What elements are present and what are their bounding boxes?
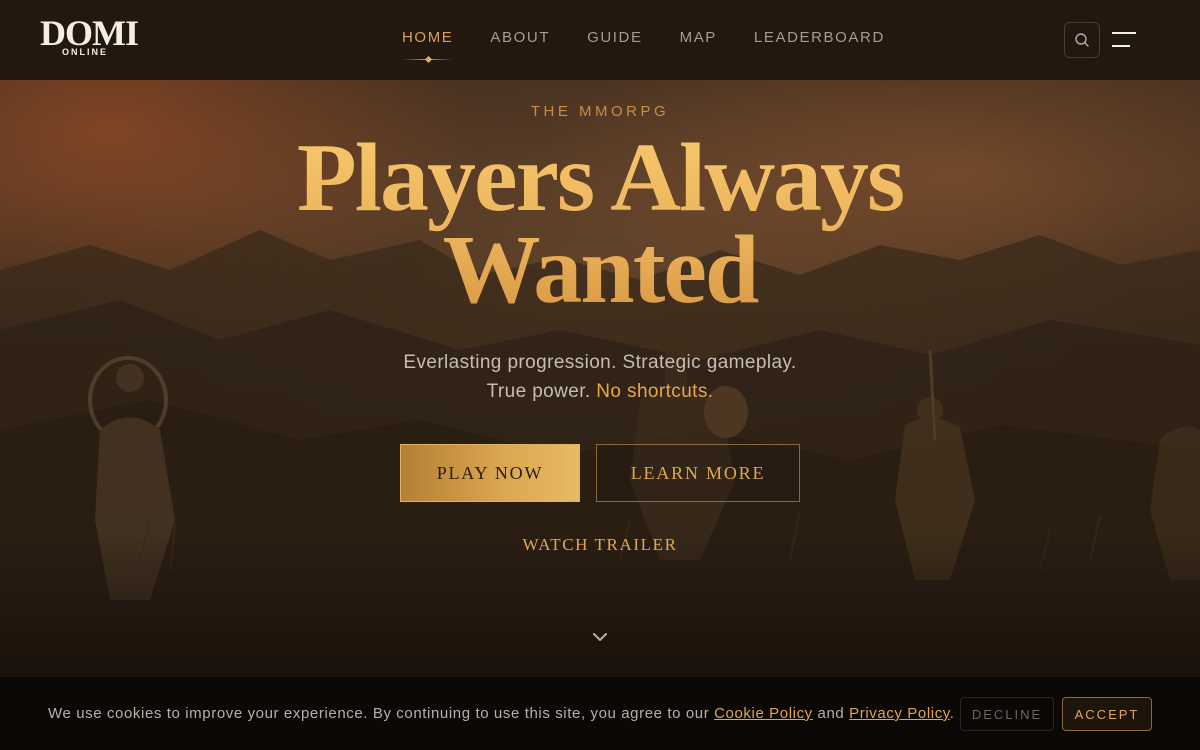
active-diamond-icon	[424, 55, 432, 64]
nav-item-label: ABOUT	[490, 29, 551, 46]
nav-item-label: HOME	[402, 29, 454, 46]
cookie-policy-link[interactable]: Cookie Policy	[714, 705, 813, 722]
watch-trailer-link[interactable]: WATCH TRAILER	[522, 535, 677, 554]
nav-item-home[interactable]: HOME	[390, 29, 454, 64]
nav-item-about[interactable]: ABOUT	[478, 29, 550, 46]
search-button[interactable]	[1064, 22, 1100, 58]
domi-online-logo[interactable]: DOMI ONLINE	[40, 13, 139, 60]
menu-icon[interactable]	[1112, 32, 1136, 48]
subline-highlight: No shortcuts.	[596, 381, 714, 402]
nav-item-label: MAP	[679, 29, 717, 46]
cookie-message-middle: and	[812, 705, 850, 722]
nav-item-guide[interactable]: GUIDE	[575, 29, 643, 46]
play-now-button[interactable]: PLAY NOW	[400, 444, 580, 502]
nav-menu: HOME ABOUT GUIDE MAP LEADERBOARD	[390, 29, 885, 64]
cookie-message-prefix: We use cookies to improve your experienc…	[48, 705, 715, 722]
accept-button[interactable]: ACCEPT	[1062, 697, 1152, 731]
nav-item-label: LEADERBOARD	[753, 29, 885, 46]
privacy-policy-link[interactable]: Privacy Policy	[849, 705, 950, 722]
cookie-message-suffix: .	[949, 705, 955, 722]
hero-eyebrow: THE MMORPG	[530, 103, 670, 120]
top-navigation: DOMI ONLINE HOME ABOUT GUIDE MAP LEADERB…	[0, 0, 1200, 80]
nav-item-leaderboard[interactable]: LEADERBOARD	[742, 29, 885, 46]
chevron-down-icon[interactable]	[590, 630, 610, 644]
watch-trailer-container: WATCH TRAILER	[0, 535, 1200, 555]
headline-line-2: Wanted	[442, 216, 758, 324]
subline-line-2-prefix: True power.	[486, 381, 597, 402]
cookie-consent-bar: We use cookies to improve your experienc…	[0, 676, 1200, 750]
hero-headline: Players Always Wanted	[0, 132, 1200, 316]
decline-button[interactable]: DECLINE	[960, 697, 1054, 731]
subline-line-1: Everlasting progression. Strategic gamep…	[403, 352, 797, 373]
cookie-message: We use cookies to improve your experienc…	[48, 705, 955, 722]
nav-item-label: GUIDE	[587, 29, 643, 46]
nav-item-map[interactable]: MAP	[668, 29, 717, 46]
learn-more-button[interactable]: LEARN MORE	[596, 444, 800, 502]
search-icon	[1075, 33, 1089, 47]
hero-subline: Everlasting progression. Strategic gamep…	[0, 348, 1200, 406]
logo-main-text: DOMI	[40, 13, 139, 53]
